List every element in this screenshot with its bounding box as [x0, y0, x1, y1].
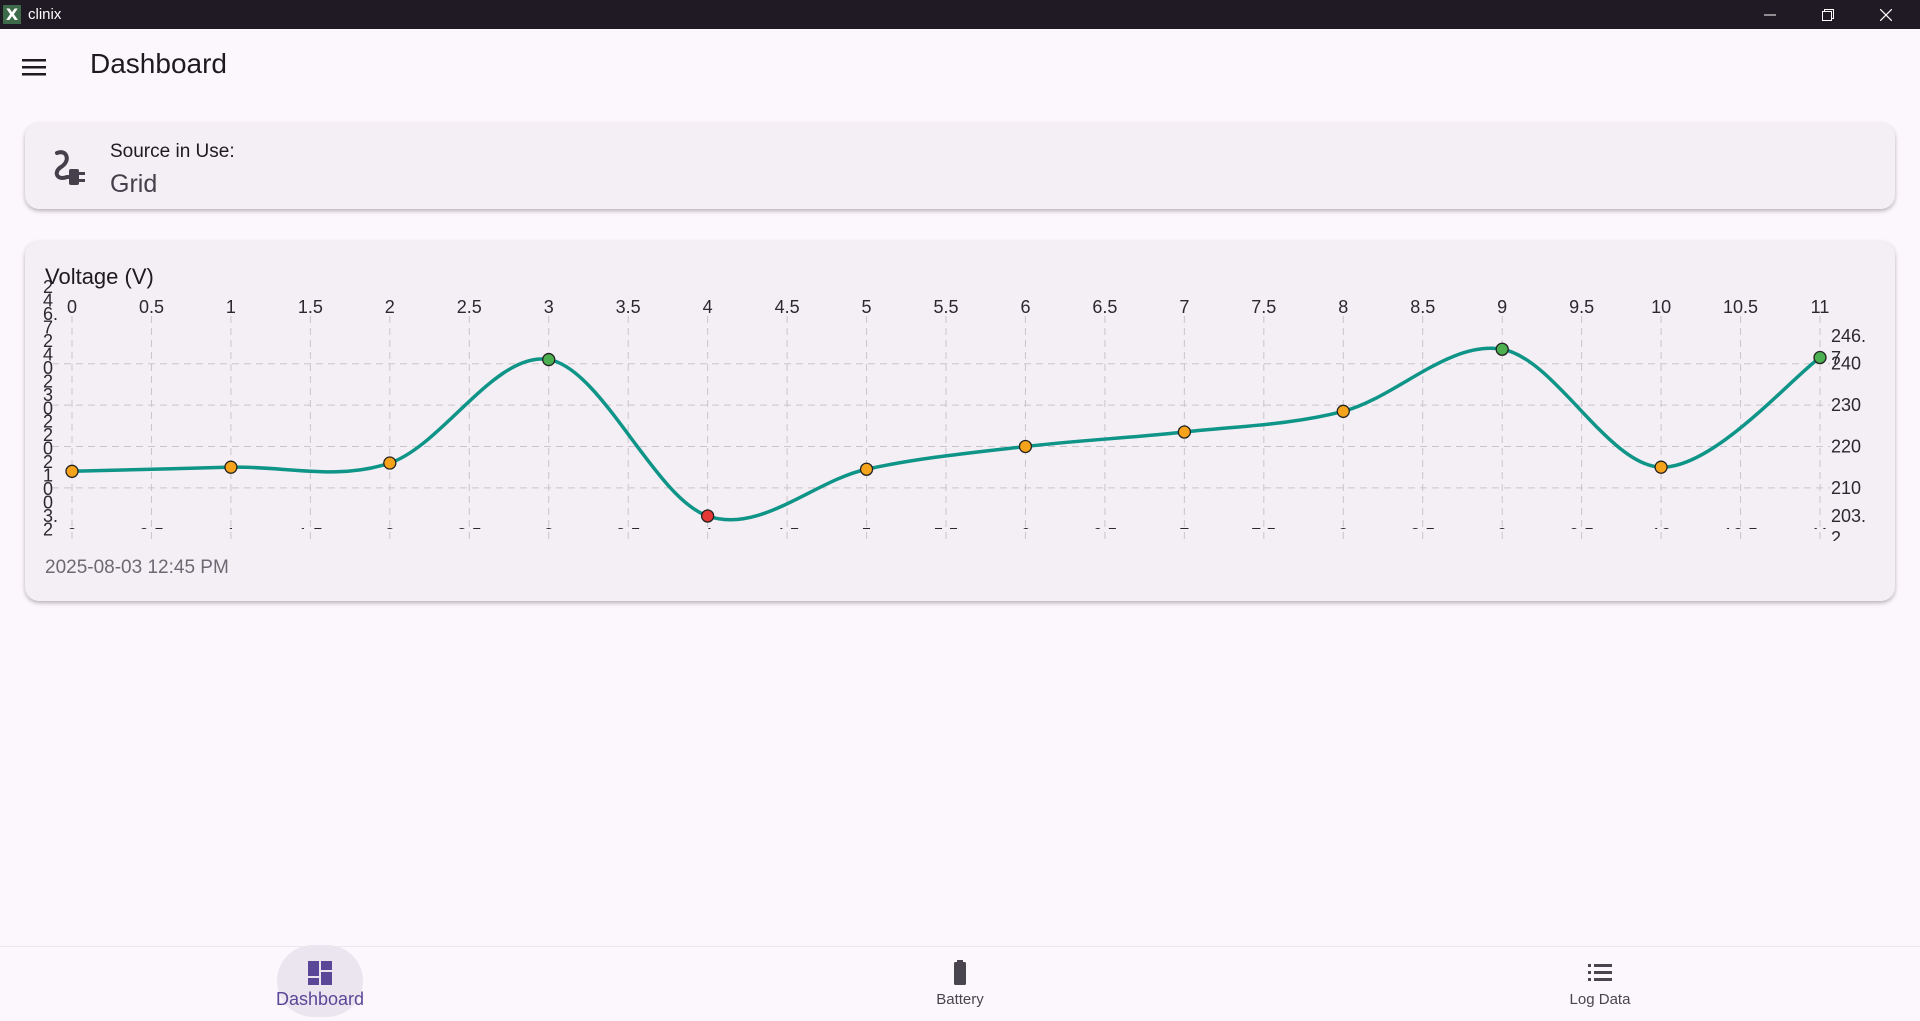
window-title: clinix [28, 6, 62, 23]
voltage-chart-card: 0 0 0.5 0.5 1 1 1.5 1.5 2 2 2.5 2.5 3 3 3.5 3.5 4 4 4.5 4.5… [25, 241, 1895, 601]
close-icon [1880, 8, 1892, 21]
data-point [859, 462, 874, 476]
nav-dashboard[interactable]: Dashboard [220, 945, 420, 1021]
y-tick-label-left: 2 [43, 520, 53, 540]
restore-button[interactable] [1799, 0, 1857, 29]
x-tick-label-top: 6 [1020, 297, 1030, 317]
y-tick-label-right: 203. [1831, 506, 1866, 526]
minimize-button[interactable] [1741, 0, 1799, 29]
nav-log-data[interactable]: Log Data [1500, 947, 1700, 1021]
data-point [65, 464, 79, 478]
x-tick-label-top: 1 [226, 297, 236, 317]
data-point [1654, 460, 1668, 474]
x-tick-label-top: 2 [385, 297, 395, 317]
y-tick-label-right: 246. [1831, 326, 1866, 346]
hamburger-icon [22, 59, 46, 76]
y-tick-label-right: 2 [1831, 528, 1841, 541]
data-point [1336, 404, 1350, 418]
list-icon [1588, 964, 1612, 981]
x-tick-label-top: 8.5 [1410, 297, 1435, 317]
app-logo-icon: X [3, 5, 21, 24]
voltage-series-line [70, 346, 1822, 522]
data-point [542, 352, 556, 367]
x-tick-label-top: 10.5 [1723, 297, 1758, 317]
x-tick-label-top: 1.5 [298, 297, 323, 317]
x-tick-label-top: 3 [544, 297, 554, 317]
x-tick-label-top: 7 [1179, 297, 1189, 317]
x-tick-label-top: 4.5 [775, 297, 800, 317]
data-point [1177, 425, 1192, 439]
x-tick-label-top: 4 [703, 297, 713, 317]
x-tick-label-top: 9.5 [1569, 297, 1594, 317]
x-tick-label-top: 0.5 [139, 297, 164, 317]
menu-button[interactable] [14, 47, 54, 87]
source-value: Grid [110, 170, 158, 198]
window-titlebar: X clinix [0, 0, 1920, 29]
x-tick-label-top: 5 [862, 297, 872, 317]
voltage-chart: 000.50.5111.51.5222.52.5333.53.5444.54.5… [43, 277, 1866, 541]
source-card: Source in Use: Grid [25, 123, 1895, 209]
data-point [1018, 439, 1033, 454]
data-point [1495, 342, 1509, 356]
nav-dashboard-label: Dashboard [275, 989, 365, 1009]
x-tick-label-top: 10 [1651, 297, 1671, 317]
x-tick-label-top: 0 [67, 297, 77, 317]
x-tick-label-top: 11 [1811, 297, 1830, 317]
restore-icon [1822, 8, 1834, 21]
app-bar: Dashboard [0, 29, 1920, 101]
page-title: Dashboard [90, 48, 227, 79]
data-point [1813, 350, 1827, 365]
nav-battery-label: Battery [936, 991, 984, 1008]
x-tick-label-top: 6.5 [1092, 297, 1117, 317]
y-tick-label-right: 220 [1831, 436, 1861, 456]
chart-title: Voltage (V) [45, 264, 154, 289]
battery-icon [954, 960, 966, 985]
power-plug-icon [54, 150, 85, 185]
data-point [700, 509, 715, 523]
x-tick-label-top: 8 [1338, 297, 1348, 317]
minimize-icon [1764, 14, 1776, 15]
y-tick-label-right: 210 [1831, 478, 1861, 498]
dashboard-icon [308, 961, 332, 985]
x-tick-label-top: 3.5 [616, 297, 641, 317]
nav-battery[interactable]: Battery [860, 947, 1060, 1021]
data-point [383, 456, 397, 470]
y-tick-label-right: 230 [1831, 395, 1861, 415]
source-label: Source in Use: [110, 141, 235, 162]
bottom-navigation: Dashboard Battery Log Data [0, 945, 1920, 1021]
chart-timestamp: 2025-08-03 12:45 PM [45, 557, 229, 578]
x-tick-label-top: 2.5 [457, 297, 482, 317]
x-tick-label-top: 9 [1497, 297, 1507, 317]
x-tick-label-top: 7.5 [1251, 297, 1276, 317]
data-point [224, 460, 238, 474]
nav-log-data-label: Log Data [1569, 991, 1631, 1008]
y-tick-label-right: 240 [1831, 354, 1861, 374]
close-button[interactable] [1857, 0, 1915, 29]
x-tick-label-top: 5.5 [933, 297, 958, 317]
